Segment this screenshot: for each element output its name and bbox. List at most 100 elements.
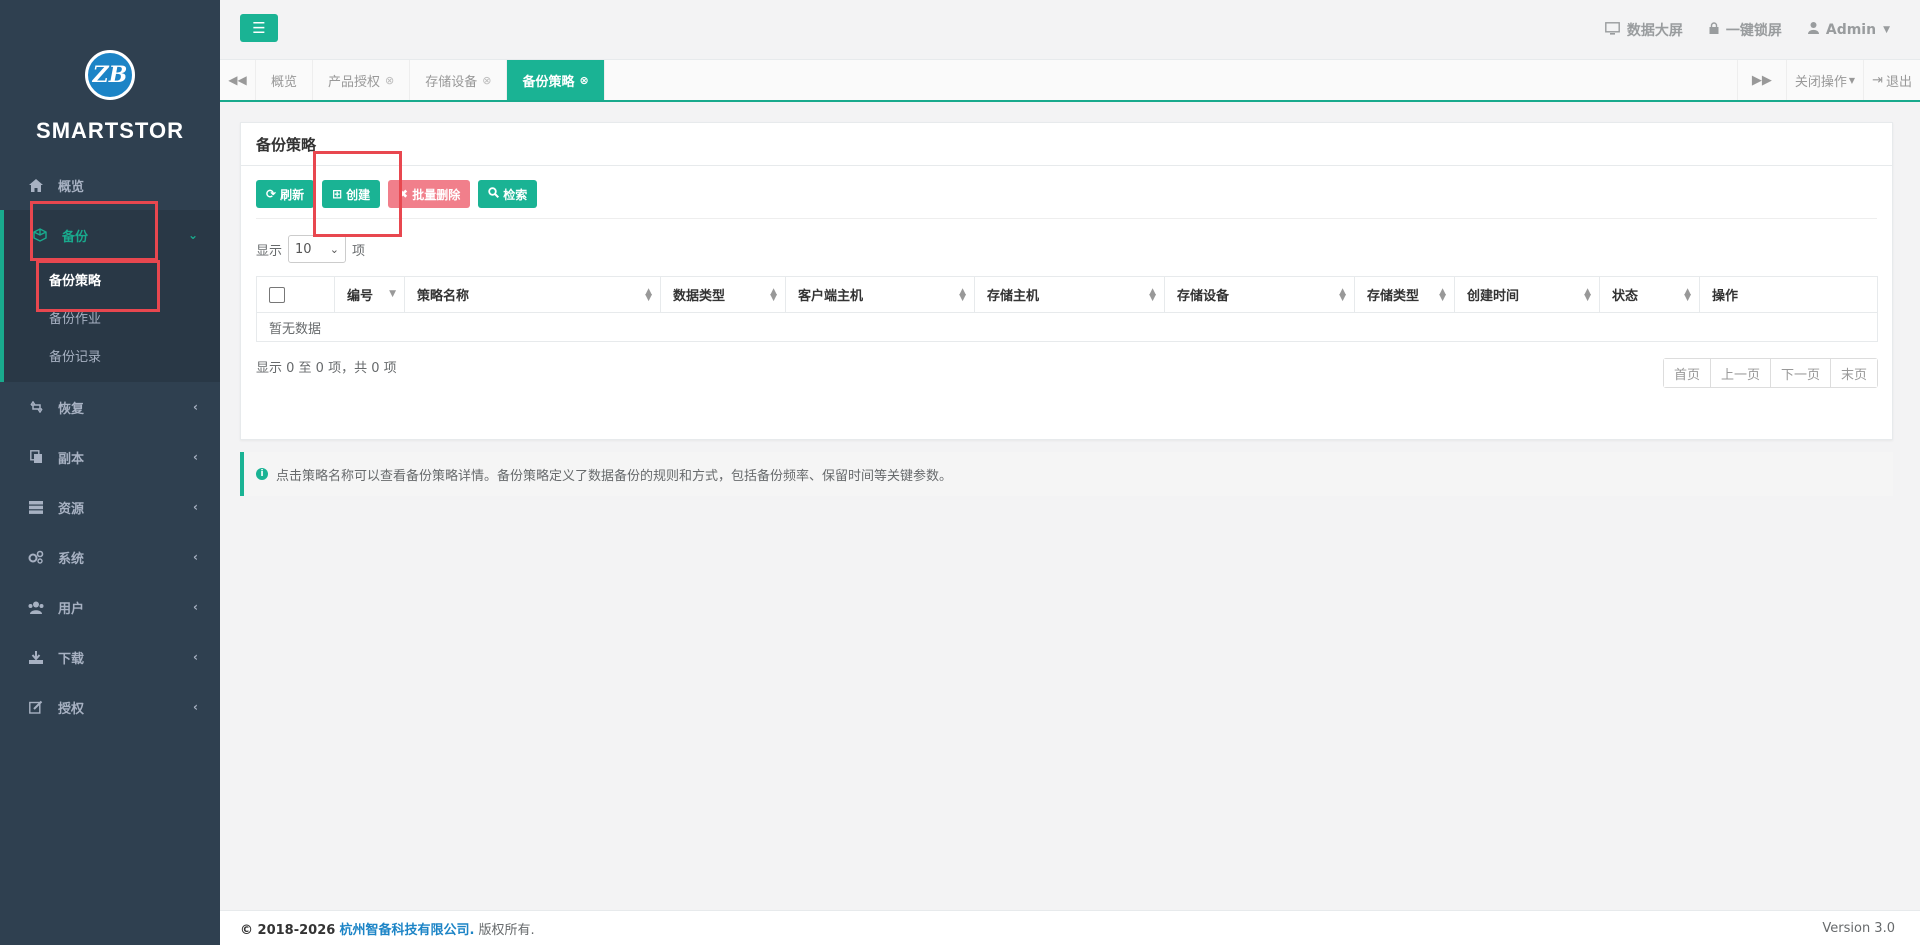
caret-down-icon: ▼ xyxy=(1883,25,1890,35)
sidebar-subitem-backup-record[interactable]: 备份记录 xyxy=(4,336,220,374)
copy-icon xyxy=(28,450,44,464)
tabs-scroll-right-button[interactable]: ▶▶ xyxy=(1736,60,1786,100)
column-header[interactable]: 创建时间 ▲ ▼ xyxy=(1454,276,1600,313)
table-info: 显示 0 至 0 项，共 0 项 xyxy=(256,361,397,376)
prev-page-button[interactable]: 上一页 xyxy=(1710,359,1771,387)
sort-icon: ▲ ▼ xyxy=(645,287,652,303)
column-header[interactable]: 编号 ▼ xyxy=(334,276,405,313)
user-menu[interactable]: Admin ▼ xyxy=(1807,20,1890,40)
close-tab-icon[interactable]: ⊗ xyxy=(482,74,491,87)
tab-storage-device[interactable]: 存储设备 ⊗ xyxy=(410,60,508,100)
tab-overview[interactable]: 概览 xyxy=(256,60,314,100)
dashboard-link[interactable]: 数据大屏 xyxy=(1604,20,1683,40)
column-header: 操作 xyxy=(1699,276,1878,313)
menu-toggle-button[interactable]: ☰ xyxy=(240,14,278,42)
pagination: 首页 上一页 下一页 末页 xyxy=(1662,358,1878,388)
tabs-right-controls: ▶▶ 关闭操作 ▼ ⇥ 退出 xyxy=(1736,60,1920,100)
logout-button[interactable]: ⇥ 退出 xyxy=(1863,60,1920,100)
chevron-left-icon: ‹ xyxy=(193,550,198,564)
tab-product-license[interactable]: 产品授权 ⊗ xyxy=(313,60,411,100)
backward-icon: ◀◀ xyxy=(228,73,247,87)
edit-icon xyxy=(28,700,44,714)
caret-down-icon: ▼ xyxy=(1848,75,1856,85)
users-icon xyxy=(28,600,44,614)
logo: ZB xyxy=(85,50,135,100)
sidebar-item-license[interactable]: 授权 ‹ xyxy=(0,682,220,732)
info-hint: i 点击策略名称可以查看备份策略详情。备份策略定义了数据备份的规则和方式，包括备… xyxy=(240,452,1893,496)
chevron-left-icon: ‹ xyxy=(193,700,198,714)
close-tab-icon[interactable]: ⊗ xyxy=(385,74,394,87)
lock-icon xyxy=(1709,22,1719,38)
sort-icon: ▲ ▼ xyxy=(1439,287,1446,303)
tabs-scroll-left-button[interactable]: ◀◀ xyxy=(220,60,256,100)
sidebar-item-restore[interactable]: 恢复 ‹ xyxy=(0,382,220,432)
company-link[interactable]: 杭州智备科技有限公司. xyxy=(339,923,474,938)
sort-icon: ▲ ▼ xyxy=(1584,287,1591,303)
refresh-icon: ⟳ xyxy=(266,187,277,201)
tab-backup-policy[interactable]: 备份策略 ⊗ xyxy=(507,60,605,100)
sidebar: ZB SMARTSTOR 概览 备份 ⌄ 备份策略 备份作业 备份记录 恢复 ‹… xyxy=(0,0,220,945)
column-header[interactable]: 存储设备 ▲ ▼ xyxy=(1164,276,1355,313)
first-page-button[interactable]: 首页 xyxy=(1663,359,1711,387)
server-icon xyxy=(28,500,44,514)
sort-icon: ▲ ▼ xyxy=(770,287,777,303)
page-length-control: 显示 10 ⌄ 项 xyxy=(256,235,365,263)
retweet-icon xyxy=(28,400,44,414)
backup-policy-panel: 备份策略 ⟳ 刷新 ⊞ 创建 ✖ 批量删除 检索 显示 10 ⌄ 项 编号 ▼ 策略名称… xyxy=(240,122,1893,440)
user-icon xyxy=(1807,22,1819,38)
sidebar-item-users[interactable]: 用户 ‹ xyxy=(0,582,220,632)
sort-icon: ▲ ▼ xyxy=(1149,287,1156,303)
table-row: 暂无数据 xyxy=(256,312,1878,342)
empty-message: 暂无数据 xyxy=(256,312,1878,342)
sidebar-item-system[interactable]: 系统 ‹ xyxy=(0,532,220,582)
divider xyxy=(256,218,1877,219)
sidebar-item-download[interactable]: 下载 ‹ xyxy=(0,632,220,682)
download-icon xyxy=(28,650,44,664)
monitor-icon xyxy=(1604,21,1620,39)
page-tabs-bar: ◀◀ 概览 产品授权 ⊗ 存储设备 ⊗ 备份策略 ⊗ ▶▶ 关闭操作 ▼ ⇥ 退出 xyxy=(220,60,1920,102)
column-header[interactable]: 客户端主机 ▲ ▼ xyxy=(785,276,975,313)
sort-icon: ▲ ▼ xyxy=(1684,287,1691,303)
page-length-select[interactable]: 10 ⌄ xyxy=(288,235,347,263)
page-tabs: 概览 产品授权 ⊗ 存储设备 ⊗ 备份策略 ⊗ xyxy=(256,60,605,100)
home-icon xyxy=(28,178,44,192)
chevron-left-icon: ‹ xyxy=(193,450,198,464)
forward-icon: ▶▶ xyxy=(1751,72,1772,88)
column-header[interactable]: 数据类型 ▲ ▼ xyxy=(660,276,786,313)
sort-icon: ▲ ▼ xyxy=(1339,287,1346,303)
chevron-left-icon: ‹ xyxy=(193,650,198,664)
hamburger-icon: ☰ xyxy=(252,19,266,37)
sidebar-item-resources[interactable]: 资源 ‹ xyxy=(0,482,220,532)
version: Version 3.0 xyxy=(1822,920,1895,936)
chevron-down-icon: ⌄ xyxy=(329,242,340,256)
lock-screen-link[interactable]: 一键锁屏 xyxy=(1709,20,1782,40)
policy-table: 编号 ▼ 策略名称 ▲ ▼ 数据类型 ▲ ▼ 客户端主机 ▲ ▼ 存储主机 ▲ ▼ 存储设备 ▲ ▼ … xyxy=(256,276,1878,342)
close-operations-dropdown[interactable]: 关闭操作 ▼ xyxy=(1785,60,1863,100)
column-header[interactable]: 状态 ▲ ▼ xyxy=(1599,276,1700,313)
footer: © 2018-2026 杭州智备科技有限公司. 版权所有. Version 3.… xyxy=(220,910,1920,945)
sign-out-icon: ⇥ xyxy=(1872,72,1883,88)
last-page-button[interactable]: 末页 xyxy=(1830,359,1877,387)
logo-area: ZB SMARTSTOR xyxy=(0,0,220,160)
top-right-menu: 数据大屏 一键锁屏 Admin ▼ xyxy=(1604,20,1890,40)
info-icon: i xyxy=(256,468,268,480)
search-button[interactable]: 检索 xyxy=(478,180,538,208)
chevron-down-icon: ⌄ xyxy=(187,228,198,242)
refresh-button[interactable]: ⟳ 刷新 xyxy=(256,180,315,208)
next-page-button[interactable]: 下一页 xyxy=(1770,359,1831,387)
select-all-header xyxy=(256,276,335,313)
search-icon xyxy=(488,187,500,201)
panel-title: 备份策略 xyxy=(241,123,1892,166)
select-all-checkbox[interactable] xyxy=(269,286,285,303)
brand-name: SMARTSTOR xyxy=(36,118,184,143)
top-navbar: ☰ 数据大屏 一键锁屏 Admin ▼ xyxy=(220,0,1920,60)
highlight-box-create-button xyxy=(313,151,402,237)
sort-desc-icon: ▼ xyxy=(389,289,396,299)
column-header[interactable]: 存储类型 ▲ ▼ xyxy=(1354,276,1455,313)
chevron-left-icon: ‹ xyxy=(193,500,198,514)
column-header[interactable]: 策略名称 ▲ ▼ xyxy=(404,276,661,313)
column-header[interactable]: 存储主机 ▲ ▼ xyxy=(974,276,1165,313)
gears-icon xyxy=(28,550,44,564)
sidebar-item-copy[interactable]: 副本 ‹ xyxy=(0,432,220,482)
close-tab-icon[interactable]: ⊗ xyxy=(580,74,589,87)
